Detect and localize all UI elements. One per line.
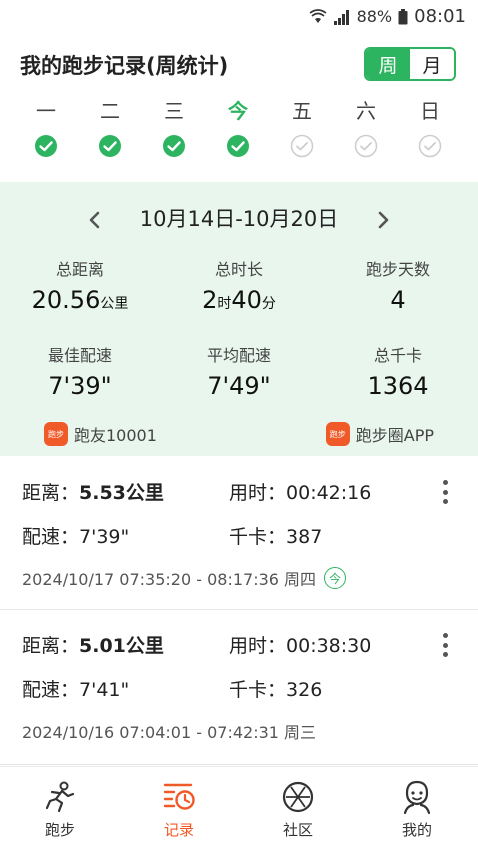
clock: 08:01 — [414, 6, 466, 27]
stat-value: 7'39" — [48, 372, 112, 400]
status-bar: 88% 08:01 — [0, 0, 478, 32]
day-label-today: 今 — [228, 99, 248, 123]
day-tue[interactable]: 二 — [78, 96, 142, 162]
day-label: 三 — [164, 99, 184, 123]
record-kcal: 千卡：326 — [229, 679, 323, 701]
stat-total-distance: 总距离 20.56公里 — [0, 256, 160, 314]
page-title: 我的跑步记录(周统计) — [20, 54, 229, 78]
check-done-icon — [99, 135, 121, 157]
stat-total-kcal: 总千卡 1364 — [318, 342, 478, 400]
record-pace: 配速：7'41" — [22, 679, 130, 701]
header: 我的跑步记录(周统计) 周 月 — [20, 44, 458, 84]
nav-community[interactable]: 社区 — [253, 779, 343, 840]
check-done-icon — [35, 135, 57, 157]
day-mon[interactable]: 一 — [14, 96, 78, 162]
stat-label: 平均配速 — [206, 346, 271, 365]
more-options-icon[interactable] — [442, 480, 448, 504]
record-duration: 用时：00:42:16 — [229, 482, 372, 504]
record-icon — [163, 783, 195, 810]
app-logo-icon: 跑步 — [44, 422, 68, 446]
nav-profile[interactable]: 我的 — [372, 779, 462, 840]
day-fri[interactable]: 五 — [270, 96, 334, 162]
nav-label: 跑步 — [44, 821, 75, 839]
record-kcal: 千卡：387 — [229, 526, 323, 548]
day-today[interactable]: 今 — [206, 96, 270, 162]
app-name: 跑步圈APP — [355, 426, 434, 445]
day-wed[interactable]: 三 — [142, 96, 206, 162]
day-label: 二 — [100, 99, 120, 123]
nav-label: 记录 — [163, 821, 194, 839]
stat-avg-pace: 平均配速 7'49" — [159, 342, 319, 400]
run-record[interactable]: 距离：5.53公里 用时：00:42:16 配速：7'39" 千卡：387 20… — [0, 458, 478, 610]
toggle-month[interactable]: 月 — [410, 49, 454, 79]
day-label: 一 — [36, 99, 56, 123]
more-options-icon[interactable] — [442, 633, 448, 657]
check-empty-icon — [354, 134, 378, 158]
summary-footer: 跑步 跑友10001 跑步 跑步圈APP — [0, 422, 478, 448]
runner-icon — [45, 781, 75, 813]
week-day-row: 一 二 三 今 五 六 日 — [14, 96, 464, 172]
nav-label: 社区 — [282, 821, 313, 839]
today-badge: 今 — [324, 567, 347, 589]
stat-value: 2时40分 — [202, 286, 276, 314]
check-done-icon — [163, 135, 185, 157]
record-distance: 距离：5.53公里 — [22, 482, 164, 504]
chevron-right-icon[interactable] — [374, 211, 392, 229]
user-name: 跑友10001 — [74, 426, 157, 445]
stat-value: 7'49" — [207, 372, 271, 400]
day-sun[interactable]: 日 — [398, 96, 462, 162]
day-sat[interactable]: 六 — [334, 96, 398, 162]
date-range: 10月14日-10月20日 — [139, 207, 339, 231]
nav-records[interactable]: 记录 — [134, 779, 224, 840]
nav-label: 我的 — [401, 821, 432, 839]
stat-value: 20.56公里 — [31, 286, 129, 314]
day-label: 五 — [292, 99, 312, 123]
toggle-week[interactable]: 周 — [366, 49, 410, 79]
signal-icon — [333, 9, 351, 25]
user-badge: 跑步 跑友10001 — [44, 422, 157, 446]
chevron-left-icon[interactable] — [86, 211, 104, 229]
nav-run[interactable]: 跑步 — [15, 779, 105, 840]
stat-label: 总距离 — [55, 260, 104, 279]
battery-icon — [398, 8, 408, 25]
stat-label: 总千卡 — [373, 346, 422, 365]
stat-value: 4 — [390, 286, 406, 314]
stat-run-days: 跑步天数 4 — [318, 256, 478, 314]
page: 88% 08:01 我的跑步记录(周统计) 周 月 一 二 三 今 五 六 日 … — [0, 0, 478, 850]
check-empty-icon — [290, 134, 314, 158]
record-duration: 用时：00:38:30 — [229, 635, 372, 657]
day-label: 日 — [420, 99, 440, 123]
record-datetime: 2024/10/17 07:35:20 - 08:17:36 周四 今 — [22, 566, 347, 590]
date-range-row: 10月14日-10月20日 — [0, 202, 478, 236]
app-logo-icon: 跑步 — [325, 422, 350, 446]
record-pace: 配速：7'39" — [22, 526, 130, 548]
day-label: 六 — [356, 99, 376, 123]
battery-percent: 88% — [356, 7, 393, 26]
wifi-icon — [309, 8, 327, 25]
community-icon — [282, 781, 314, 813]
stat-label: 最佳配速 — [47, 346, 112, 365]
status-icons: 88% 08:01 — [309, 6, 466, 27]
bottom-nav: 跑步 记录 社区 我的 — [0, 766, 478, 850]
period-toggle: 周 月 — [364, 47, 456, 81]
stat-value: 1364 — [367, 372, 429, 400]
run-record[interactable]: 距离：5.01公里 用时：00:38:30 配速：7'41" 千卡：326 20… — [0, 611, 478, 765]
profile-icon — [403, 780, 431, 815]
record-datetime: 2024/10/16 07:04:01 - 07:42:31 周三 — [22, 723, 317, 742]
stat-label: 总时长 — [214, 260, 263, 279]
record-distance: 距离：5.01公里 — [22, 635, 164, 657]
stat-best-pace: 最佳配速 7'39" — [0, 342, 160, 400]
weekly-summary-card: 10月14日-10月20日 总距离 20.56公里 总时长 2时40分 跑步天数… — [0, 182, 478, 456]
stat-total-time: 总时长 2时40分 — [159, 256, 319, 314]
check-done-icon — [227, 135, 249, 157]
app-badge: 跑步 跑步圈APP — [325, 422, 434, 446]
stat-label: 跑步天数 — [365, 260, 430, 279]
check-empty-icon — [418, 134, 442, 158]
